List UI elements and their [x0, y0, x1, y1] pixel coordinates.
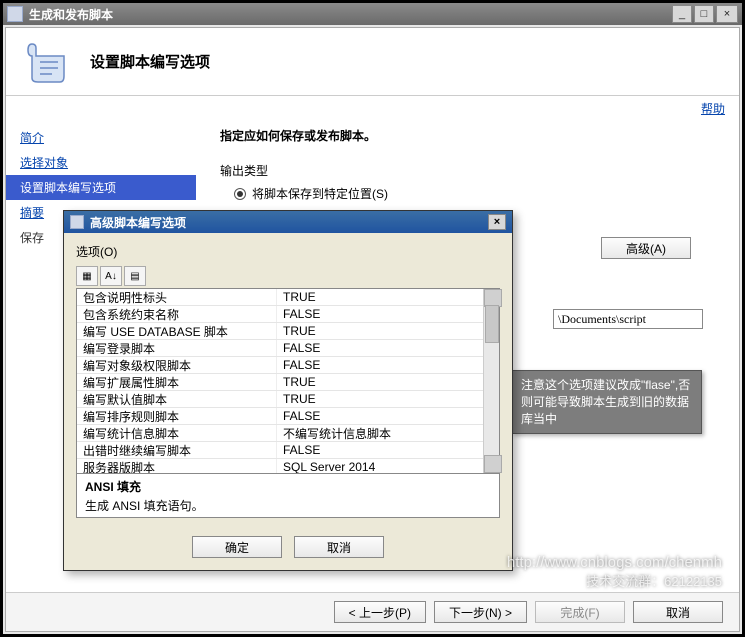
page-title: 设置脚本编写选项 — [90, 51, 210, 72]
grid-scrollbar[interactable] — [483, 289, 499, 473]
grid-row[interactable]: 编写排序规则脚本FALSE — [77, 408, 483, 425]
toolbar-button-2[interactable]: ▤ — [124, 266, 146, 286]
options-grid[interactable]: 包含说明性标头TRUE包含系统约束名称FALSE编写 USE DATABASE … — [76, 288, 500, 474]
option-value[interactable]: TRUE — [277, 374, 483, 390]
option-name: 编写默认值脚本 — [77, 391, 277, 407]
option-name: 编写对象级权限脚本 — [77, 357, 277, 373]
file-path-input[interactable]: \Documents\script — [553, 309, 703, 329]
grid-row[interactable]: 包含系统约束名称FALSE — [77, 306, 483, 323]
minimize-button[interactable]: _ — [672, 5, 692, 23]
grid-row[interactable]: 编写登录脚本FALSE — [77, 340, 483, 357]
dialog-title: 高级脚本编写选项 — [90, 214, 186, 231]
advanced-button[interactable]: 高级(A) — [601, 237, 691, 259]
next-button[interactable]: 下一步(N) > — [434, 601, 527, 623]
dialog-ok-button[interactable]: 确定 — [192, 536, 282, 558]
grid-row[interactable]: 编写扩展属性脚本TRUE — [77, 374, 483, 391]
grid-row[interactable]: 编写默认值脚本TRUE — [77, 391, 483, 408]
option-name: 服务器版脚本 — [77, 459, 277, 473]
option-value[interactable]: FALSE — [277, 408, 483, 424]
option-value[interactable]: FALSE — [277, 340, 483, 356]
dialog-icon — [70, 215, 84, 229]
grid-row[interactable]: 服务器版脚本SQL Server 2014 — [77, 459, 483, 473]
option-name: 编写扩展属性脚本 — [77, 374, 277, 390]
option-desc-title: ANSI 填充 — [85, 478, 491, 495]
option-value[interactable]: 不编写统计信息脚本 — [277, 425, 483, 441]
option-name: 编写统计信息脚本 — [77, 425, 277, 441]
close-button[interactable]: × — [716, 5, 738, 23]
dialog-cancel-button[interactable]: 取消 — [294, 536, 384, 558]
toolbar-button-0[interactable]: ▦ — [76, 266, 98, 286]
sidebar-item: 设置脚本编写选项 — [6, 175, 196, 200]
option-name: 包含系统约束名称 — [77, 306, 277, 322]
option-value[interactable]: TRUE — [277, 391, 483, 407]
options-label: 选项(O) — [76, 243, 500, 260]
option-name: 编写登录脚本 — [77, 340, 277, 356]
grid-row[interactable]: 出错时继续编写脚本FALSE — [77, 442, 483, 459]
options-toolbar: ▦A↓▤ — [76, 266, 500, 286]
option-value[interactable]: FALSE — [277, 357, 483, 373]
wizard-footer: < 上一步(P) 下一步(N) > 完成(F) 取消 — [6, 592, 739, 631]
advanced-options-dialog: 高级脚本编写选项 × 选项(O) ▦A↓▤ 包含说明性标头TRUE包含系统约束名… — [63, 210, 513, 571]
sidebar-item[interactable]: 选择对象 — [6, 150, 196, 175]
option-name: 包含说明性标头 — [77, 289, 277, 305]
scrollbar-thumb[interactable] — [485, 305, 499, 343]
sidebar-item[interactable]: 简介 — [6, 125, 196, 150]
grid-row[interactable]: 包含说明性标头TRUE — [77, 289, 483, 306]
option-name: 出错时继续编写脚本 — [77, 442, 277, 458]
app-icon — [7, 6, 23, 22]
option-description: ANSI 填充 生成 ANSI 填充语句。 — [76, 474, 500, 518]
grid-row[interactable]: 编写统计信息脚本不编写统计信息脚本 — [77, 425, 483, 442]
option-desc-text: 生成 ANSI 填充语句。 — [85, 497, 491, 514]
option-value[interactable]: SQL Server 2014 — [277, 459, 483, 473]
option-name: 编写排序规则脚本 — [77, 408, 277, 424]
option-value[interactable]: FALSE — [277, 442, 483, 458]
radio-save-to-location[interactable]: 将脚本保存到特定位置(S) — [234, 185, 719, 202]
main-titlebar: 生成和发布脚本 _ □ × — [3, 3, 742, 25]
finish-button: 完成(F) — [535, 601, 625, 623]
annotation-tooltip: 注意这个选项建议改成"flase",否则可能导致脚本生成到旧的数据库当中 — [512, 370, 702, 434]
dialog-close-button[interactable]: × — [488, 214, 506, 230]
cancel-button[interactable]: 取消 — [633, 601, 723, 623]
help-link[interactable]: 帮助 — [701, 102, 725, 116]
option-name: 编写 USE DATABASE 脚本 — [77, 323, 277, 339]
grid-row[interactable]: 编写 USE DATABASE 脚本TRUE — [77, 323, 483, 340]
radio-dot-icon — [234, 188, 246, 200]
maximize-button[interactable]: □ — [694, 5, 714, 23]
radio-label: 将脚本保存到特定位置(S) — [252, 185, 388, 202]
dialog-titlebar: 高级脚本编写选项 × — [64, 211, 512, 233]
main-heading: 指定应如何保存或发布脚本。 — [220, 127, 719, 144]
toolbar-button-1[interactable]: A↓ — [100, 266, 122, 286]
prev-button[interactable]: < 上一步(P) — [334, 601, 426, 623]
output-type-label: 输出类型 — [220, 162, 719, 179]
window-title: 生成和发布脚本 — [29, 6, 672, 23]
option-value[interactable]: TRUE — [277, 289, 483, 305]
wizard-header: 设置脚本编写选项 — [6, 28, 739, 96]
grid-row[interactable]: 编写对象级权限脚本FALSE — [77, 357, 483, 374]
option-value[interactable]: FALSE — [277, 306, 483, 322]
option-value[interactable]: TRUE — [277, 323, 483, 339]
scroll-icon — [22, 38, 70, 86]
